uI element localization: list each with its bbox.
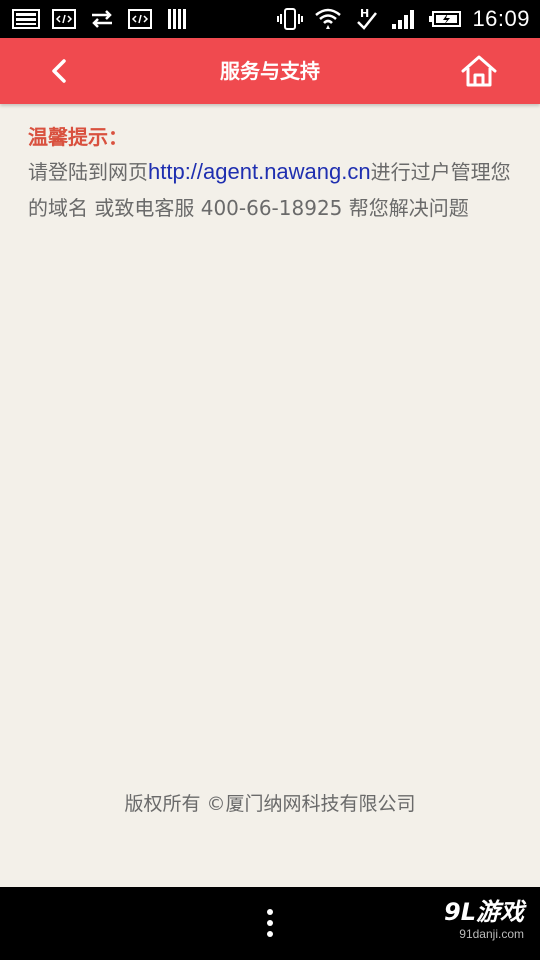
tip-title: 温馨提示： [28,125,128,149]
agent-link[interactable]: http://agent.nawang.cn [148,159,371,184]
wifi-icon [315,8,342,29]
back-button[interactable] [38,51,82,91]
transfer-arrows-icon [92,10,112,28]
overflow-menu-button[interactable] [258,905,282,941]
app-header: 服务与支持 [0,38,540,104]
hspa-data-icon: H [357,7,378,30]
nav-bar: 9L游戏 91danji.com [0,887,540,960]
code-icon [52,9,76,29]
home-icon [461,55,497,87]
overflow-menu-icon [267,909,273,937]
barcode-icon [168,9,186,29]
battery-charging-icon [429,11,462,27]
watermark: 9L游戏 91danji.com [414,897,524,953]
status-left-icons [12,0,192,38]
screen: H 16:09 服务与支持 温馨提示： 请登陆到网页http://agent.n… [0,0,540,960]
signal-icon [392,10,415,29]
status-bar: H 16:09 [0,0,540,38]
tip-text: 请登陆到网页http://agent.nawang.cn进行过户管理您的域名 或… [28,154,518,226]
status-time: 16:09 [472,6,530,31]
svg-text:H: H [360,7,369,20]
tip-text-before-link: 请登陆到网页 [28,160,148,184]
chevron-left-icon [52,59,66,83]
vibrate-icon [277,8,304,30]
image-icon [12,9,40,29]
tip-section: 温馨提示： 请登陆到网页http://agent.nawang.cn进行过户管理… [28,120,518,226]
page-title: 服务与支持 [220,59,320,83]
code-icon [128,9,152,29]
status-right-icons: H 16:09 [276,0,530,38]
home-button[interactable] [456,51,502,91]
watermark-logo: 9L游戏 [444,898,524,926]
watermark-url: 91danji.com [459,927,524,941]
copyright-text: 版权所有 ©厦门纳网科技有限公司 [124,793,416,815]
